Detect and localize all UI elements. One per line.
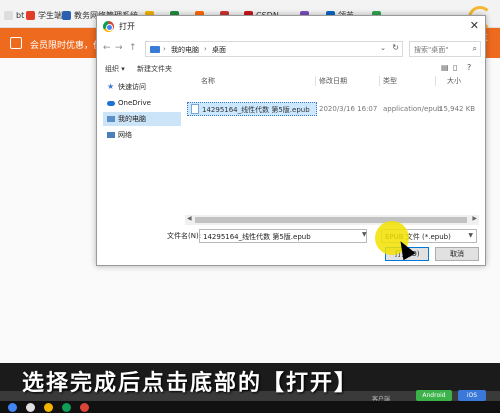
bookmark-student[interactable]: 学生端 [26,8,62,22]
file-type: application/epub [383,105,442,113]
bookmark-icon [26,10,35,20]
file-modified: 2020/3/16 16:07 [319,105,378,113]
dialog-title: 打开 [119,22,135,31]
scrollbar-thumb[interactable] [195,217,467,223]
search-placeholder: 搜索"桌面" [414,46,449,54]
file-name: 14295164_线性代数 第5版.epub [202,106,310,114]
breadcrumb-desktop[interactable]: 桌面 [212,45,226,55]
up-icon[interactable]: ↑ [129,43,137,53]
column-divider[interactable] [379,76,380,86]
taskbar [0,401,500,413]
scroll-right-icon[interactable]: ▶ [472,215,477,222]
cancel-button[interactable]: 取消 [435,247,479,261]
chevron-down-icon: ▼ [468,232,473,239]
close-icon[interactable]: ✕ [470,19,479,32]
refresh-icon[interactable]: ↻ [392,43,399,52]
caption-text: 选择完成后点击底部的【打开】 [22,371,359,396]
navigation-pane: ★ 快速访问 OneDrive 我的电脑 网络 [103,80,181,228]
chevron-down-icon[interactable]: ▼ [362,231,367,238]
bookmark-icon [62,10,71,20]
breadcrumb-separator: › [163,45,166,53]
file-size: 15,942 KB [439,105,476,113]
column-header-size[interactable]: 大小 [447,74,461,88]
breadcrumb-separator: › [204,45,207,53]
new-folder-button[interactable]: 新建文件夹 [137,64,172,74]
android-button[interactable]: Android [416,390,452,401]
view-options-icon[interactable]: ▤ [441,63,449,72]
bookmark-icon [4,10,13,20]
network-icon [107,132,115,138]
nav-item-quick-access[interactable]: ★ 快速访问 [103,80,181,94]
chevron-down-icon[interactable]: ⌄ [380,44,386,52]
banner-text: 会员限时优惠，价 [30,41,103,51]
app-taskbar-icon[interactable] [62,403,71,412]
forward-icon[interactable]: → [115,43,123,53]
search-icon: ⌕ [472,44,477,53]
app-taskbar-icon[interactable] [26,403,35,412]
horizontal-scrollbar[interactable]: ◀ ▶ [185,215,479,225]
button-row: 打开(O) 取消 [97,247,485,263]
filename-input[interactable]: 14295164_线性代数 第5版.epub [199,229,367,243]
file-list: 名称 修改日期 类型 大小 14295164_线性代数 第5版.epub 202… [185,74,479,234]
banner-icon [10,37,22,49]
back-icon[interactable]: ← [103,43,111,53]
folder-icon [150,46,160,53]
chrome-icon [103,21,114,32]
dialog-titlebar: 打开 ✕ [97,16,485,38]
ios-button[interactable]: iOS [458,390,486,401]
folder-taskbar-icon[interactable] [44,403,53,412]
preview-pane-icon[interactable]: ▯ [453,63,457,72]
nav-item-network[interactable]: 网络 [103,128,181,142]
nav-item-onedrive[interactable]: OneDrive [103,96,181,110]
column-divider[interactable] [435,76,436,86]
help-icon[interactable]: ? [467,63,471,72]
column-header-name[interactable]: 名称 [201,74,215,88]
column-divider[interactable] [315,76,316,86]
column-header-type[interactable]: 类型 [383,74,397,88]
chrome-taskbar-icon[interactable] [8,403,17,412]
organize-menu[interactable]: 组织 ▾ [105,64,125,74]
filename-row: 文件名(N): 14295164_线性代数 第5版.epub ▼ EPUB 文件… [97,228,485,244]
star-icon: ★ [107,82,115,91]
open-file-dialog: 打开 ✕ ← → ↑ › 我的电脑 › 桌面 ⌄ ↻ 搜索"桌面" ⌕ 组织 ▾… [96,15,486,266]
bookmark-bt[interactable]: bt [4,8,24,22]
cloud-icon [107,100,115,106]
filename-label: 文件名(N): [167,232,202,240]
file-icon [191,104,199,114]
column-header-modified[interactable]: 修改日期 [319,74,347,88]
navigation-row: ← → ↑ › 我的电脑 › 桌面 ⌄ ↻ 搜索"桌面" ⌕ [97,38,485,60]
computer-icon [107,116,115,122]
breadcrumb-my-computer[interactable]: 我的电脑 [171,45,199,55]
app-taskbar-icon[interactable] [80,403,89,412]
scroll-left-icon[interactable]: ◀ [187,215,192,222]
file-row[interactable]: 14295164_线性代数 第5版.epub 2020/3/16 16:07 a… [187,102,479,116]
search-input[interactable]: 搜索"桌面" ⌕ [409,41,481,57]
address-bar[interactable]: › 我的电脑 › 桌面 ⌄ ↻ [145,41,403,57]
nav-item-my-computer[interactable]: 我的电脑 [103,112,181,126]
